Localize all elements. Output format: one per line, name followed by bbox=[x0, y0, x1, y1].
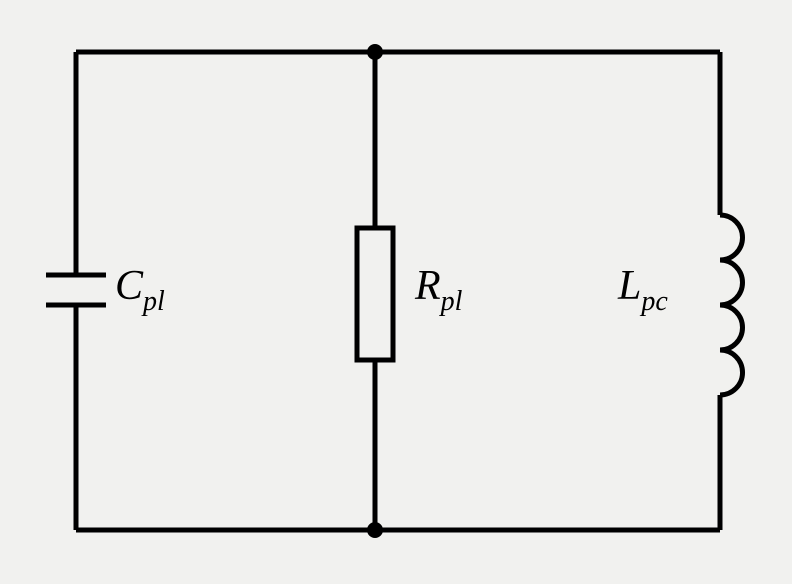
inductor-label: Lpc bbox=[618, 262, 668, 316]
capacitor-subscript: pl bbox=[143, 286, 165, 317]
capacitor-label: Cpl bbox=[115, 262, 165, 316]
node-bottom bbox=[367, 522, 383, 538]
resistor-symbol: R bbox=[415, 263, 441, 309]
inductor-icon bbox=[720, 215, 743, 395]
resistor-label: Rpl bbox=[415, 262, 462, 316]
inductor-symbol: L bbox=[618, 263, 641, 309]
resistor-branch bbox=[357, 52, 393, 530]
inductor-branch bbox=[720, 52, 743, 530]
capacitor-branch bbox=[46, 52, 106, 530]
capacitor-symbol: C bbox=[115, 263, 143, 309]
resistor-subscript: pl bbox=[441, 286, 463, 317]
node-top bbox=[367, 44, 383, 60]
inductor-subscript: pc bbox=[641, 286, 667, 317]
